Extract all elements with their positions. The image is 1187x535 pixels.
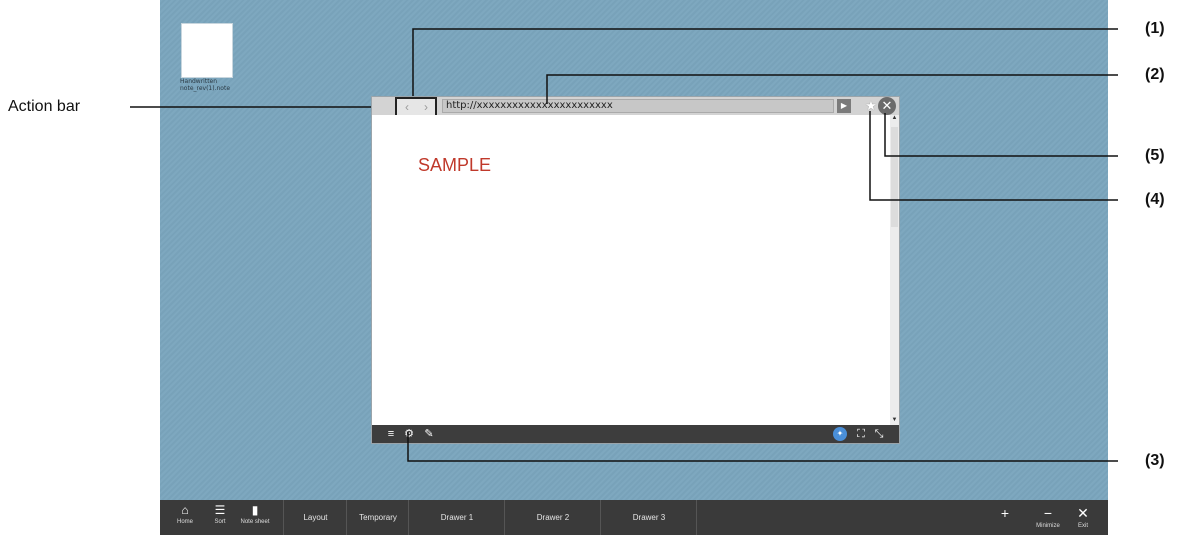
callout-2: (2) — [1145, 66, 1165, 83]
callout-5: (5) — [1145, 147, 1165, 164]
callout-2-line — [546, 74, 1118, 104]
callout-lines — [130, 28, 1118, 462]
callout-1-line — [412, 28, 1118, 96]
callout-3-line — [407, 432, 1118, 462]
callout-5-line — [884, 113, 1118, 157]
callout-3: (3) — [1145, 452, 1165, 469]
callout-1: (1) — [1145, 20, 1165, 37]
callout-4: (4) — [1145, 191, 1165, 208]
